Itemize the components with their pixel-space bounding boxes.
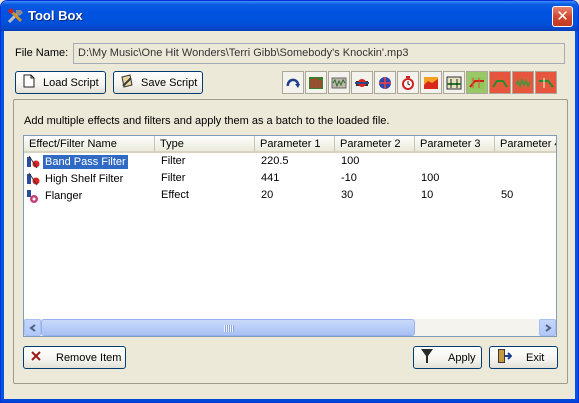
spectrum-icon — [424, 76, 438, 89]
highpass-icon — [469, 76, 484, 89]
chevron-left-icon — [28, 323, 36, 332]
list-header: Effect/Filter Name Type Parameter 1 Para… — [24, 136, 556, 153]
toolbar-lowpass-button[interactable] — [535, 71, 557, 94]
filter-icon — [27, 172, 40, 185]
row-parameter-2: 100 — [341, 155, 360, 167]
load-script-label: Load Script — [43, 76, 99, 89]
window-frame-left — [1, 31, 4, 402]
funnel-icon — [420, 348, 434, 367]
row-parameter-1: 441 — [261, 172, 280, 184]
chevron-right-icon — [544, 323, 552, 332]
remove-x-icon — [30, 350, 42, 365]
undo-arrow-icon — [286, 78, 300, 88]
row-parameter-3: 10 — [421, 189, 434, 201]
remove-item-button[interactable]: Remove Item — [23, 346, 126, 369]
scrollbar-thumb[interactable] — [41, 319, 415, 336]
window-frame-bottom — [1, 399, 578, 402]
table-row[interactable]: High Shelf Filter Filter 441 -10 100 — [24, 170, 555, 187]
toolbar-equalizer-button[interactable] — [305, 71, 327, 94]
toolbar-highpass-button[interactable] — [466, 71, 488, 94]
toolbar-spectrum-button[interactable] — [420, 71, 442, 94]
column-header-type[interactable]: Type — [155, 136, 255, 153]
row-parameter-3 — [415, 153, 495, 170]
table-row[interactable]: Band Pass Filter Filter 220.5 100 — [24, 153, 555, 170]
title-bar[interactable]: Tool Box ✕ — [1, 1, 578, 31]
row-parameter-3: 100 — [421, 172, 440, 184]
toolbox-window: Tool Box ✕ File Name: D:\My Music\One Hi… — [0, 0, 579, 403]
effects-list[interactable]: Effect/Filter Name Type Parameter 1 Para… — [23, 135, 557, 337]
row-name: High Shelf Filter — [45, 172, 124, 185]
row-parameter-2: 30 — [341, 189, 354, 201]
column-header-parameter-3[interactable]: Parameter 3 — [415, 136, 495, 153]
column-header-parameter-1[interactable]: Parameter 1 — [255, 136, 335, 153]
row-type: Filter — [161, 172, 186, 184]
effect-icon — [27, 189, 38, 203]
save-script-button[interactable]: Save Script — [113, 71, 203, 94]
close-icon: ✕ — [556, 7, 569, 25]
toolbar-globe-button[interactable] — [374, 71, 396, 94]
row-name: Flanger — [45, 189, 83, 202]
toolbar-bandpass-button[interactable] — [489, 71, 511, 94]
effects-toolbar — [282, 71, 564, 95]
noise-icon — [515, 76, 531, 89]
equalizer-icon — [309, 76, 323, 89]
row-type: Effect — [161, 189, 189, 201]
column-header-name[interactable]: Effect/Filter Name — [24, 136, 155, 153]
toolbar-noise-button[interactable] — [512, 71, 534, 94]
filter-icon — [27, 155, 40, 168]
close-button[interactable]: ✕ — [552, 6, 573, 27]
row-parameter-4 — [495, 170, 555, 187]
row-parameter-1: 20 — [261, 189, 274, 201]
row-name: Band Pass Filter — [43, 154, 128, 169]
toolbar-waveform-button[interactable] — [328, 71, 350, 94]
toolbox-icon — [7, 7, 25, 25]
save-document-icon — [119, 73, 135, 92]
mixer-icon — [355, 78, 369, 87]
apply-button[interactable]: Apply — [413, 346, 482, 369]
globe-icon — [379, 76, 391, 89]
toolbar-undo-button[interactable] — [282, 71, 304, 94]
toolbar-mixer-button[interactable] — [351, 71, 373, 94]
apply-label: Apply — [448, 351, 476, 364]
toolbar-clock-button[interactable] — [397, 71, 419, 94]
load-script-button[interactable]: Load Script — [15, 71, 106, 94]
row-type: Filter — [161, 155, 186, 167]
exit-button[interactable]: Exit — [489, 346, 558, 369]
clock-icon — [402, 75, 414, 90]
panel-description: Add multiple effects and filters and app… — [24, 115, 390, 127]
column-header-parameter-4[interactable]: Parameter 4 — [495, 136, 556, 153]
save-script-label: Save Script — [141, 76, 198, 89]
lowpass-icon — [539, 76, 554, 89]
row-parameter-4 — [495, 153, 555, 170]
row-parameter-1: 220.5 — [261, 155, 289, 167]
scroll-right-button[interactable] — [539, 319, 556, 336]
column-header-parameter-2[interactable]: Parameter 2 — [335, 136, 415, 153]
document-icon — [21, 73, 37, 92]
toolbar-filter-button[interactable] — [443, 71, 465, 94]
scroll-left-button[interactable] — [24, 319, 41, 336]
row-parameter-2: -10 — [341, 172, 357, 184]
exit-label: Exit — [526, 351, 545, 364]
row-parameter-4: 50 — [501, 189, 514, 201]
waveform-icon — [331, 77, 347, 88]
filter-icon — [446, 76, 462, 89]
file-name-label: File Name: — [15, 47, 69, 59]
horizontal-scrollbar[interactable] — [24, 319, 556, 336]
bandpass-icon — [492, 76, 508, 89]
window-title: Tool Box — [28, 8, 83, 23]
exit-door-icon — [496, 348, 513, 367]
window-frame-right — [575, 31, 578, 402]
file-name-field: D:\My Music\One Hit Wonders\Terri Gibb\S… — [73, 43, 565, 64]
scrollbar-grip — [224, 325, 234, 332]
table-row[interactable]: Flanger Effect 20 30 10 50 — [24, 187, 555, 204]
remove-item-label: Remove Item — [56, 351, 122, 364]
